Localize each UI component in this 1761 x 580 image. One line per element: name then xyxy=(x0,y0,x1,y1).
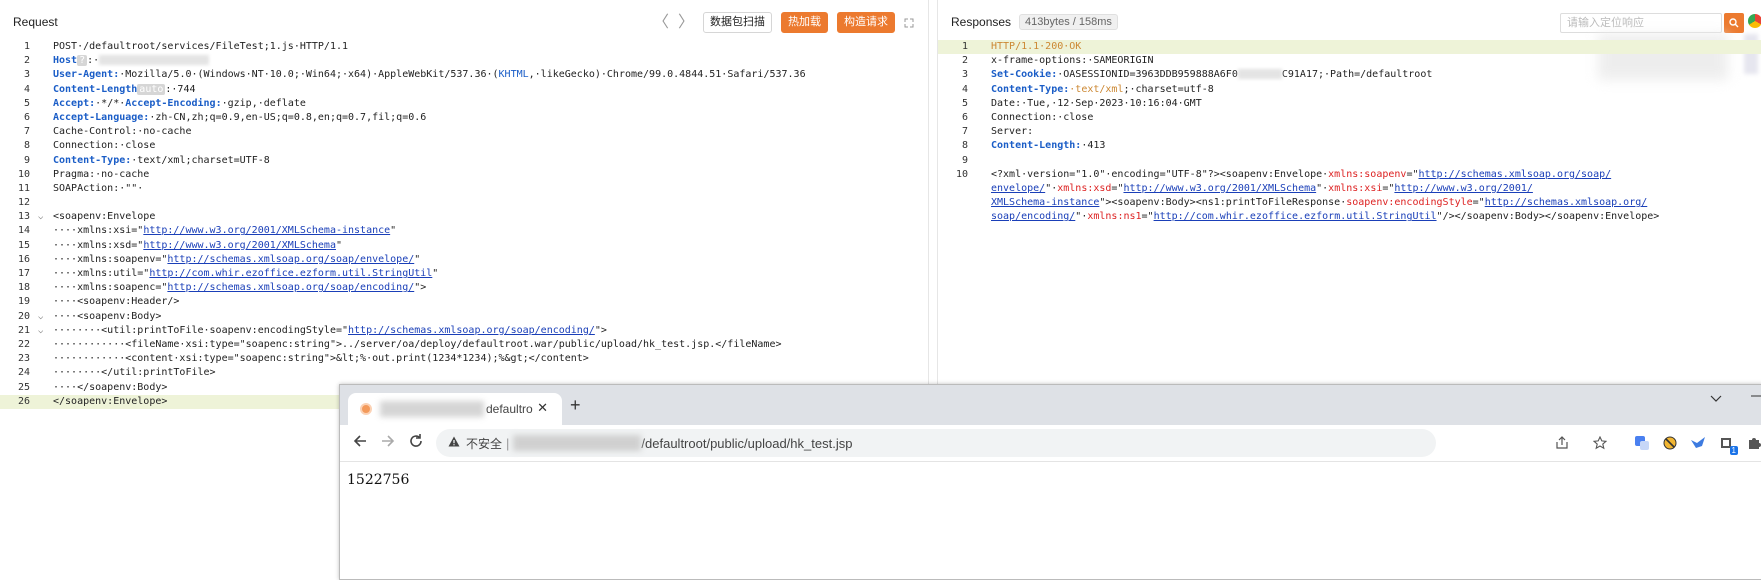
code-line: 24 ········</util:printToFile> xyxy=(17,367,216,379)
tab-title: defaultro xyxy=(486,402,533,416)
request-header: Request 〈 〉 数据包扫描 热加载 构造请求 xyxy=(0,8,928,36)
address-bar[interactable]: 不安全 | /defaultroot/public/upload/hk_test… xyxy=(436,429,1436,457)
code-line: envelope/"·xmlns:xsd="http://www.w3.org/… xyxy=(991,182,1533,194)
code-line: 7 Server: xyxy=(961,126,1034,138)
response-title: Responses xyxy=(951,15,1012,29)
hot-load-button[interactable]: 热加载 xyxy=(781,12,828,33)
code-line: 2 Host?:· xyxy=(0,54,928,68)
code-line: 19 ····<soapenv:Header/> xyxy=(17,296,180,308)
code-line: 23 ············<content·xsi:type="soapenc… xyxy=(17,353,589,365)
code-line: 7 Cache-Control:·no-cache xyxy=(23,126,192,138)
code-line: 1 POST·/defaultroot/services/FileTest;1.j… xyxy=(23,41,349,52)
warning-icon[interactable] xyxy=(448,436,460,450)
search-icon[interactable] xyxy=(1724,13,1744,33)
back-arrow-icon[interactable]: 〈 xyxy=(653,14,669,32)
code-line: 5 Date:·Tue,·12·Sep·2023·10:16:04·GMT xyxy=(961,97,1202,109)
build-request-button[interactable]: 构造请求 xyxy=(837,12,895,33)
forward-icon[interactable] xyxy=(380,433,396,454)
minimize-icon[interactable] xyxy=(1750,389,1761,405)
browser-window: defaultro ✕ + 不安全 | /defaultroot/public/… xyxy=(339,384,1761,580)
expand-icon[interactable] xyxy=(904,18,914,28)
code-line: 10 Pragma:·no-cache xyxy=(17,168,150,180)
code-line: 16 ····xmlns:soapenv="http://schemas.xmls… xyxy=(17,253,421,265)
page-content: 1522756 xyxy=(340,462,1761,579)
blurred-host xyxy=(513,435,642,451)
code-line: 6 Connection:·close xyxy=(961,111,1094,123)
browser-tab[interactable]: defaultro ✕ xyxy=(348,393,562,425)
block-icon[interactable] xyxy=(1662,435,1678,451)
code-line: 9 Content-Type:·text/xml;charset=UTF-8 xyxy=(23,154,270,166)
back-icon[interactable] xyxy=(352,433,368,454)
code-line: 11 SOAPAction:·""· xyxy=(17,182,144,194)
url-text: /defaultroot/public/upload/hk_test.jsp xyxy=(641,435,853,451)
extension-count: 1 xyxy=(1729,446,1738,455)
fold-chevron-icon[interactable]: ⌵ xyxy=(38,310,43,324)
favicon-icon xyxy=(360,403,372,415)
code-line: 1 HTTP/1.1·200·OK xyxy=(938,40,1761,55)
star-icon[interactable] xyxy=(1592,435,1608,451)
packet-scan-button[interactable]: 数据包扫描 xyxy=(703,12,772,33)
code-line: 6 Accept-Language:·zh-CN,zh;q=0.9,en-US;q… xyxy=(23,111,427,123)
request-editor[interactable]: 1 POST·/defaultroot/services/FileTest;1.j… xyxy=(0,40,928,409)
code-line: 13 ⌵ <soapenv:Envelope xyxy=(0,210,928,224)
response-size-time: 413bytes / 158ms xyxy=(1019,14,1118,30)
browser-toolbar: 不安全 | /defaultroot/public/upload/hk_test… xyxy=(340,425,1761,462)
close-icon[interactable]: ✕ xyxy=(537,400,548,416)
code-line: 12 xyxy=(17,197,30,209)
response-header: Responses 413bytes / 158ms xyxy=(938,8,1761,36)
code-line: 2 x-frame-options:·SAMEORIGIN xyxy=(961,55,1154,67)
extension-bar: 1 xyxy=(1542,425,1761,461)
code-line: 3 Set-Cookie:·OASESSIONID=3963DDB959888A6… xyxy=(961,69,1433,81)
new-tab-icon[interactable]: + xyxy=(570,395,581,416)
code-line: 8 Content-Length:·413 xyxy=(961,140,1106,152)
fold-chevron-icon[interactable]: ⌵ xyxy=(38,324,43,338)
code-line: 22 ············<fileName·xsi:type="soapen… xyxy=(17,338,782,350)
blurred-tab-text xyxy=(380,401,484,417)
code-line: 3 User-Agent:·Mozilla/5.0·(Windows·NT·10.… xyxy=(23,69,806,81)
translate-icon[interactable] xyxy=(1634,435,1650,451)
code-line: 4 Content-Type:·text/xml;·charset=utf-8 xyxy=(961,83,1214,95)
page-output: 1522756 xyxy=(347,472,410,488)
reload-icon[interactable] xyxy=(408,433,424,454)
code-line: 14 ····xmlns:xsi="http://www.w3.org/2001/… xyxy=(17,225,397,237)
response-editor[interactable]: 1 HTTP/1.1·200·OK 2 x-frame-options:·SAMEO… xyxy=(938,40,1761,224)
fold-chevron-icon[interactable]: ⌵ xyxy=(38,210,43,224)
extension-badge-icon[interactable]: 1 xyxy=(1718,435,1738,455)
chrome-icon[interactable] xyxy=(1748,14,1761,28)
puzzle-icon[interactable] xyxy=(1746,435,1761,451)
request-title: Request xyxy=(13,15,58,29)
insecure-label: 不安全 xyxy=(466,436,503,451)
status-line: HTTP/1.1·200·OK xyxy=(991,41,1082,52)
code-line: 21 ⌵ ········<util:printToFile·soapenv:enc… xyxy=(0,324,928,338)
share-icon[interactable] xyxy=(1554,435,1570,451)
code-line: 20 ⌵ ····<soapenv:Body> xyxy=(0,310,928,324)
code-line: 4 Content-Length auto:·744 xyxy=(23,83,196,95)
forward-arrow-icon[interactable]: 〉 xyxy=(678,14,694,32)
locate-response-input[interactable] xyxy=(1560,13,1722,33)
code-line: 15 ····xmlns:xsd="http://www.w3.org/2001/… xyxy=(17,239,342,251)
code-line: 10 <?xml·version="1.0"·encoding="UTF-8"?>… xyxy=(955,168,1612,180)
chevron-down-icon[interactable] xyxy=(1710,392,1722,406)
bird-extension-icon[interactable] xyxy=(1690,435,1706,451)
code-line: XMLSchema-instance"><soapenv:Body><ns1:p… xyxy=(991,197,1648,209)
code-line: soap/encoding/"·xmlns:ns1="http://com.wh… xyxy=(991,211,1660,223)
code-line: 8 Connection:·close xyxy=(23,140,156,152)
code-line: 5 Accept:·*/*·Accept-Encoding:·gzip,·defl… xyxy=(23,97,306,109)
code-line: 18 ····xmlns:soapenc="http://schemas.xmls… xyxy=(17,282,427,294)
tab-strip: defaultro ✕ + xyxy=(340,385,1761,425)
code-line: 17 ····xmlns:util="http://com.whir.ezoffi… xyxy=(17,268,439,279)
code-line: 9 xyxy=(961,154,968,166)
